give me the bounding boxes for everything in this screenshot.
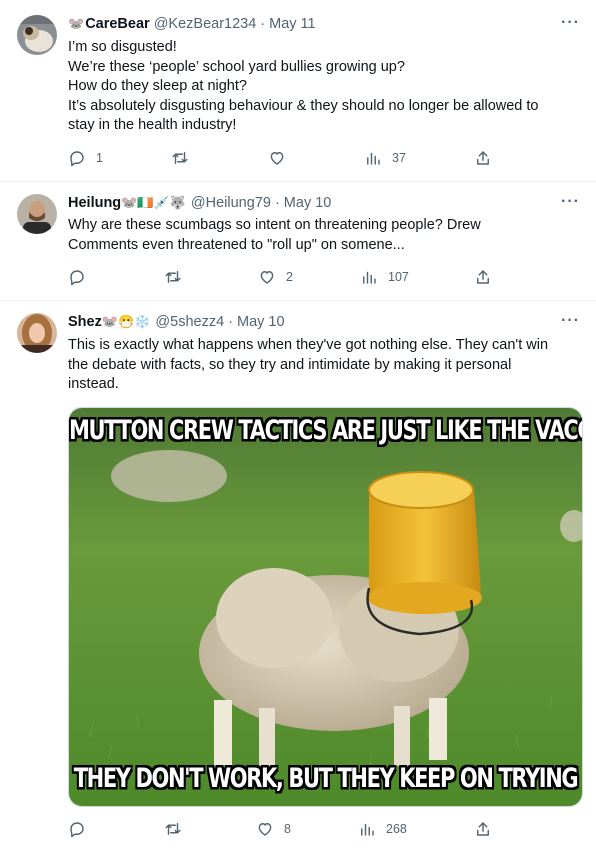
tweet-date[interactable]: · May 10 <box>228 314 284 330</box>
reply-button[interactable] <box>68 268 96 286</box>
tweet-actions: 2 107 <box>68 268 489 288</box>
avatar[interactable] <box>17 194 57 234</box>
reply-count: 1 <box>96 151 103 165</box>
reply-icon <box>70 270 84 286</box>
retweet-button[interactable] <box>164 820 192 838</box>
views-icon <box>367 152 380 165</box>
views-count: 107 <box>388 270 409 284</box>
retweet-icon <box>172 152 188 164</box>
sheep-bucket-image <box>69 408 582 806</box>
tweet-text-line: I’m so disgusted! <box>68 39 177 55</box>
tweet-actions: 1 37 <box>68 149 489 169</box>
tweet-header: 🐭 CareBear @KezBear1234 · May 11 <box>68 16 316 32</box>
reply-button[interactable] <box>68 820 96 838</box>
tweet-text: Why are these scumbags so intent on thre… <box>68 216 580 255</box>
tweet-text-line: stay in the health industry! <box>68 117 237 134</box>
like-button[interactable]: 2 <box>258 268 293 286</box>
views-icon <box>361 823 374 836</box>
tweet-text: I’m so disgusted! We’re these ‘people’ s… <box>68 38 580 136</box>
share-button[interactable] <box>474 149 492 167</box>
share-icon <box>477 822 489 836</box>
more-options-button[interactable]: ··· <box>561 193 580 211</box>
share-icon <box>477 270 489 284</box>
reply-icon <box>70 151 84 167</box>
tweet-text-line: It’s absolutely disgusting behaviour & t… <box>68 97 539 114</box>
like-count: 8 <box>284 822 291 836</box>
reply-icon <box>70 822 84 838</box>
like-icon <box>260 271 274 284</box>
tweet-text-line: the debate with facts, so they try and i… <box>68 356 512 373</box>
tweet-header: Shez 🐭😷❄️ @5shezz4 · May 10 <box>68 314 285 330</box>
user-handle[interactable]: @Heilung79 <box>191 195 271 211</box>
tweet-date[interactable]: · May 11 <box>260 16 315 32</box>
avatar[interactable] <box>17 15 57 55</box>
share-icon <box>477 151 489 165</box>
views-button[interactable]: 37 <box>364 149 406 167</box>
views-button[interactable]: 268 <box>358 820 407 838</box>
display-name[interactable]: CareBear <box>85 16 150 32</box>
retweet-icon <box>165 271 181 283</box>
avatar[interactable] <box>17 313 57 353</box>
tweet-divider <box>0 181 596 182</box>
meme-bottom-caption: THEY DON'T WORK, BUT THEY KEEP ON TRYING <box>73 762 579 794</box>
tweet-divider <box>0 300 596 301</box>
more-options-button[interactable]: ··· <box>561 14 580 32</box>
share-button[interactable] <box>474 268 492 286</box>
like-icon <box>270 152 284 165</box>
tweet-header: Heilung 🐭🇮🇪💉🐺 @Heilung79 · May 10 <box>68 195 331 211</box>
views-count: 268 <box>386 822 407 836</box>
tweet-text: This is exactly what happens when they'v… <box>68 336 580 395</box>
mouse-emoji: 🐭 <box>68 16 85 31</box>
name-emojis: 🐭😷❄️ <box>101 314 151 329</box>
tweet-text-line: Comments even threatened to "roll up" on… <box>68 236 405 253</box>
retweet-button[interactable] <box>171 149 199 167</box>
retweet-icon <box>165 823 181 835</box>
views-count: 37 <box>392 151 406 165</box>
tweet-text-line: We’re these ‘people’ school yard bullies… <box>68 58 405 75</box>
tweet-text-line: Why are these scumbags so intent on thre… <box>68 217 481 233</box>
tweet-date[interactable]: · May 10 <box>275 195 331 211</box>
tweet-media-image[interactable]: MUTTON CREW TACTICS ARE JUST LIKE THE VA… <box>68 407 583 807</box>
like-icon <box>258 823 272 836</box>
tweet-actions: 8 268 <box>68 820 489 840</box>
meme-top-caption: MUTTON CREW TACTICS ARE JUST LIKE THE VA… <box>69 414 582 446</box>
tweet-text-line: instead. <box>68 376 119 393</box>
views-icon <box>363 271 376 284</box>
name-emojis: 🐭🇮🇪💉🐺 <box>121 195 186 210</box>
share-button[interactable] <box>474 820 492 838</box>
more-options-button[interactable]: ··· <box>561 312 580 330</box>
reply-button[interactable]: 1 <box>68 149 103 167</box>
user-handle[interactable]: @KezBear1234 <box>154 16 257 32</box>
display-name[interactable]: Shez <box>68 314 102 330</box>
user-handle[interactable]: @5shezz4 <box>155 314 224 330</box>
like-button[interactable] <box>268 149 296 167</box>
views-button[interactable]: 107 <box>360 268 409 286</box>
like-count: 2 <box>286 270 293 284</box>
display-name[interactable]: Heilung <box>68 195 121 211</box>
retweet-button[interactable] <box>164 268 192 286</box>
tweet-text-line: This is exactly what happens when they'v… <box>68 337 549 353</box>
tweet-text-line: How do they sleep at night? <box>68 78 247 95</box>
like-button[interactable]: 8 <box>256 820 291 838</box>
